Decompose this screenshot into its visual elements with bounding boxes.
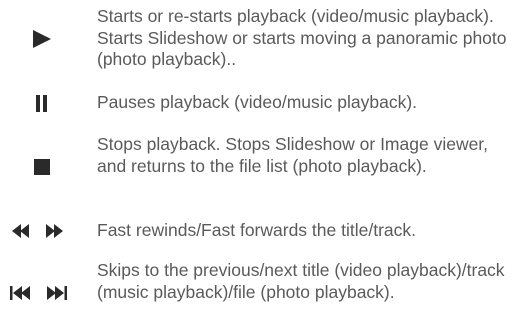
skip-previous-next-description: Skips to the previous/next title (video …: [97, 260, 505, 302]
pause-description: Pauses playback (video/music playback).: [97, 92, 418, 112]
list-item: Skips to the previous/next title (video …: [0, 260, 519, 326]
stop-icon: [0, 134, 84, 200]
list-item: Fast rewinds/Fast forwards the title/tra…: [0, 220, 519, 242]
play-description: Starts or re-starts playback (video/musi…: [97, 6, 507, 69]
list-item: Stops playback. Stops Slideshow or Image…: [0, 134, 519, 200]
list-item: Pauses playback (video/music playback).: [0, 92, 519, 114]
rewind-fast-forward-icon: [0, 220, 84, 242]
pause-icon: [0, 92, 84, 114]
rewind-fast-forward-description: Fast rewinds/Fast forwards the title/tra…: [97, 220, 416, 240]
play-icon: [0, 6, 84, 72]
stop-description: Stops playback. Stops Slideshow or Image…: [97, 134, 489, 176]
skip-previous-next-icon: [0, 260, 84, 326]
list-item: Starts or re-starts playback (video/musi…: [0, 6, 519, 72]
